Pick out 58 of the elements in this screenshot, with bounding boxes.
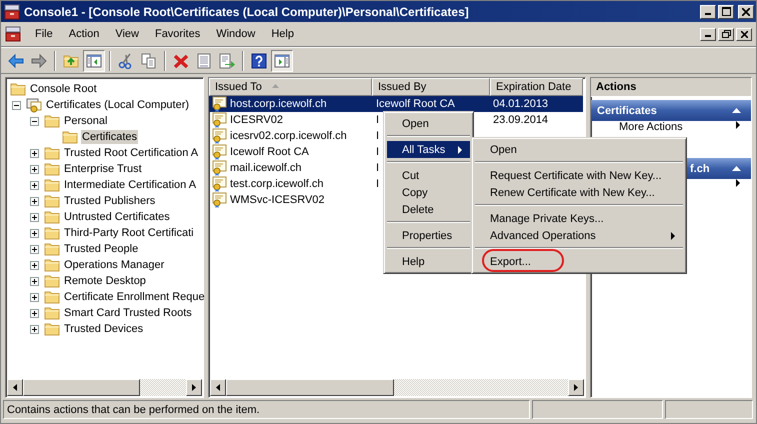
column-header[interactable]: Issued By (372, 78, 490, 96)
menu-item[interactable]: Renew Certificate with New Key... (475, 184, 683, 201)
tree-item[interactable]: Operations Manager (63, 258, 166, 272)
tree-item[interactable]: Intermediate Certification A (63, 178, 198, 192)
menu-item[interactable]: Help (387, 253, 470, 270)
menu-item[interactable]: Request Certificate with New Key... (475, 167, 683, 184)
table-cell[interactable]: Icewolf Root CA (372, 96, 490, 112)
menu-item[interactable]: View (107, 28, 147, 40)
table-cell[interactable]: test.corp.icewolf.ch (229, 176, 372, 192)
section-title: f.ch (689, 162, 710, 174)
actions-header: Actions (591, 78, 751, 97)
tree-item[interactable]: Certificates (81, 130, 138, 144)
tree-item[interactable]: Smart Card Trusted Roots (63, 306, 193, 320)
column-title: Issued To (215, 81, 262, 93)
column-title: Issued By (378, 81, 426, 93)
menu-item[interactable]: Copy (387, 184, 470, 201)
table-cell[interactable]: ICESRV02 (229, 112, 372, 128)
tree-item[interactable]: Trusted Publishers (63, 194, 156, 208)
menu-item[interactable]: File (27, 28, 61, 40)
menu-item[interactable]: Advanced Operations (475, 227, 683, 244)
action-link[interactable]: More Actions (619, 121, 683, 134)
table-cell[interactable]: mail.icewolf.ch (229, 160, 372, 176)
tree-item[interactable]: Untrusted Certificates (63, 210, 171, 224)
menu-item[interactable]: Manage Private Keys... (475, 210, 683, 227)
column-title: Expiration Date (496, 81, 572, 93)
menu-item[interactable]: Cut (387, 167, 470, 184)
menu-item[interactable]: All Tasks (387, 141, 470, 158)
menu-item[interactable]: Delete (387, 201, 470, 218)
status-text: Contains actions that can be performed on the item. (3, 400, 530, 419)
column-header[interactable]: Expiration Date (490, 78, 583, 96)
tree-item[interactable]: Enterprise Trust (63, 162, 143, 176)
tree-item[interactable]: Certificate Enrollment Reque (63, 290, 206, 304)
tree-item[interactable]: Personal (63, 114, 108, 128)
tree-item[interactable]: Third-Party Root Certificati (63, 226, 195, 240)
tree-item[interactable]: Remote Desktop (63, 274, 147, 288)
tree-item[interactable]: Trusted Root Certification A (63, 146, 200, 160)
table-cell[interactable]: icesrv02.corp.icewolf.ch (229, 128, 372, 144)
table-cell[interactable]: WMSvc-ICESRV02 (229, 192, 372, 208)
tree-item[interactable]: Trusted People (63, 242, 140, 256)
menu-item[interactable]: Open (387, 115, 470, 132)
table-cell[interactable]: host.corp.icewolf.ch (229, 96, 372, 112)
menu-item[interactable]: Export... (475, 253, 683, 270)
tree-item[interactable]: Certificates (Local Computer) (45, 98, 190, 112)
menu-item[interactable]: Help (263, 28, 302, 40)
tree-item[interactable]: Console Root (29, 82, 98, 96)
table-cell[interactable]: 23.09.2014 (490, 112, 583, 128)
column-header[interactable]: Issued To (209, 78, 372, 96)
menu-item[interactable]: Window (208, 28, 264, 40)
table-cell[interactable]: Icewolf Root CA (229, 144, 372, 160)
section-title: Certificates (597, 104, 657, 116)
tree-item[interactable]: Trusted Devices (63, 322, 144, 336)
table-cell[interactable]: 04.01.2013 (490, 96, 583, 112)
menu-item[interactable]: Properties (387, 227, 470, 244)
window-title: Console1 - [Console Root\Certificates (Local Computer)\Personal\Certificates] (24, 4, 470, 18)
menu-item[interactable]: Action (60, 28, 108, 40)
menu-item[interactable]: Open (475, 141, 683, 158)
section-header[interactable]: Certificates (591, 100, 751, 121)
menu-item[interactable]: Favorites (146, 28, 208, 40)
